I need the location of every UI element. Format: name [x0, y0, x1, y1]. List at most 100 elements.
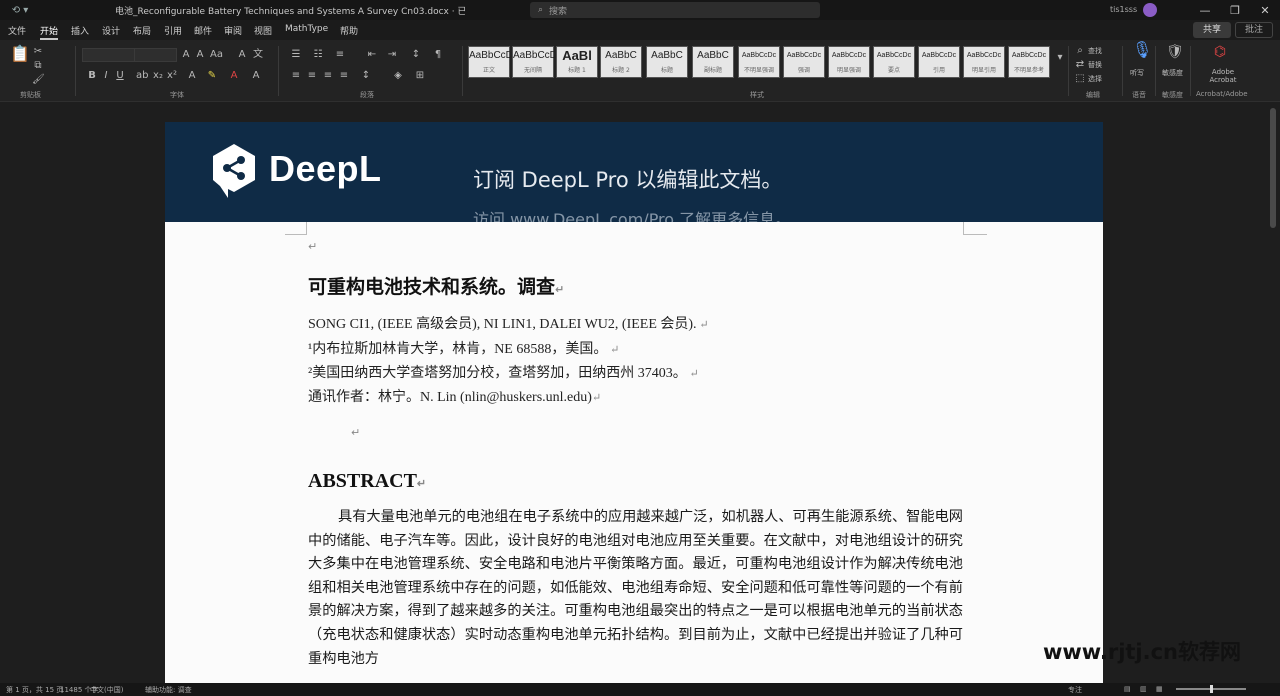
style-strong[interactable]: AaBbCcDc 要点 — [873, 46, 915, 78]
tab-layout[interactable]: 布局 — [133, 24, 151, 37]
abstract-paragraph[interactable]: 具有大量电池单元的电池组在电子系统中的应用越来越广泛，如机器人、可再生能源系统、… — [308, 506, 963, 671]
read-mode-icon[interactable]: ▤ — [1124, 685, 1131, 693]
style-subtle-emphasis[interactable]: AaBbCcDc 不明显强调 — [738, 46, 780, 78]
paste-icon[interactable]: 📋 — [10, 46, 30, 70]
bold-icon[interactable]: B — [86, 70, 98, 82]
dictate-button[interactable]: 听写 — [1130, 68, 1144, 78]
superscript-icon[interactable]: x² — [166, 70, 178, 82]
phonetic-icon[interactable]: 文 — [252, 49, 264, 61]
comments-button[interactable]: 批注 — [1235, 22, 1273, 38]
borders-icon[interactable]: ⊞ — [414, 70, 426, 82]
focus-mode-button[interactable]: 专注 — [1068, 685, 1082, 695]
styles-expand-icon[interactable]: ▾ — [1054, 52, 1066, 64]
replace-button[interactable]: 替换 — [1088, 60, 1102, 70]
style-quote[interactable]: AaBbCcDc 引用 — [918, 46, 960, 78]
style-intense-emphasis[interactable]: AaBbCcDc 明显强调 — [828, 46, 870, 78]
char-border-icon[interactable]: A — [250, 70, 262, 82]
clear-format-icon[interactable]: A — [236, 49, 248, 61]
increase-indent-icon[interactable]: ⇥ — [386, 49, 398, 61]
font-color-icon[interactable]: A — [228, 70, 240, 82]
tab-view[interactable]: 视图 — [254, 24, 272, 37]
subscript-icon[interactable]: x₂ — [152, 70, 164, 82]
style-heading-2[interactable]: AaBbC 标题 2 — [600, 46, 642, 78]
document-page[interactable]: ↵ 可重构电池技术和系统。调查↵ SONG CI1, (IEEE 高级会员), … — [165, 222, 1103, 683]
style-subtitle[interactable]: AaBbC 副标题 — [692, 46, 734, 78]
page-count[interactable]: 第 1 页，共 15 页 — [6, 685, 63, 695]
print-layout-icon[interactable]: ▥ — [1140, 685, 1147, 693]
abstract-heading[interactable]: ABSTRACT↵ — [308, 470, 426, 493]
sensitivity-button[interactable]: 敏感度 — [1162, 68, 1183, 78]
tab-mathtype[interactable]: MathType — [285, 24, 328, 34]
sort-icon[interactable]: ↕ — [410, 49, 422, 61]
copy-icon[interactable]: ⧉ — [32, 60, 44, 72]
multilevel-list-icon[interactable]: ≡ — [334, 49, 346, 61]
underline-icon[interactable]: U — [114, 70, 126, 82]
style-title[interactable]: AaBbC 标题 — [646, 46, 688, 78]
bullets-icon[interactable]: ☰ — [290, 49, 302, 61]
highlight-icon[interactable]: ✎ — [206, 70, 218, 82]
author-line[interactable]: SONG CI1, (IEEE 高级会员), NI LIN1, DALEI WU… — [308, 313, 709, 333]
tab-home[interactable]: 开始 — [40, 24, 59, 40]
affiliation-1[interactable]: ¹内布拉斯加林肯大学，林肯，NE 68588，美国。 ↵ — [308, 338, 619, 358]
change-case-icon[interactable]: Aa — [210, 49, 223, 61]
text-effects-icon[interactable]: A — [186, 70, 198, 82]
find-button[interactable]: 查找 — [1088, 46, 1102, 56]
select-button[interactable]: 选择 — [1088, 74, 1102, 84]
line-spacing-icon[interactable]: ↕ — [360, 70, 372, 82]
correspondence-line[interactable]: 通讯作者：林宁。N. Lin (nlin@huskers.unl.edu)↵ — [308, 386, 601, 406]
style-sample: AaBbCcDc — [1011, 52, 1047, 59]
align-center-icon[interactable]: ≡ — [306, 70, 318, 82]
autosave-icon[interactable]: ⟲ ▾ — [0, 5, 40, 16]
minimize-button[interactable]: — — [1190, 4, 1220, 17]
numbering-icon[interactable]: ☷ — [312, 49, 324, 61]
sensitivity-icon[interactable]: 🛡 — [1166, 45, 1184, 64]
tab-references[interactable]: 引用 — [164, 24, 182, 37]
replace-icon[interactable]: ⇄ — [1074, 59, 1086, 71]
language-indicator[interactable]: 中文(中国) — [90, 685, 123, 695]
style-emphasis[interactable]: AaBbCcDc 强调 — [783, 46, 825, 78]
find-icon[interactable]: ⌕ — [1074, 45, 1086, 57]
style-normal[interactable]: AaBbCcDc 正文 — [468, 46, 518, 78]
format-painter-icon[interactable]: 🖌 — [32, 74, 45, 86]
maximize-button[interactable]: ❐ — [1220, 4, 1250, 17]
deepl-info-message[interactable]: 访问 www.DeepL.com/Pro 了解更多信息。 — [473, 206, 791, 222]
affiliation-2[interactable]: ²美国田纳西大学查塔努加分校，查塔努加，田纳西州 37403。 ↵ — [308, 362, 699, 382]
search-box[interactable]: ⌕ 搜索 — [530, 2, 820, 18]
style-intense-quote[interactable]: AaBbCcDc 明显引用 — [963, 46, 1005, 78]
cut-icon[interactable]: ✂ — [32, 46, 44, 58]
microphone-icon[interactable]: 🎙 — [1132, 42, 1152, 64]
show-marks-icon[interactable]: ¶ — [432, 49, 444, 61]
share-button[interactable]: 共享 — [1193, 22, 1231, 38]
avatar[interactable] — [1143, 3, 1157, 17]
shading-icon[interactable]: ◈ — [392, 70, 404, 82]
select-icon[interactable]: ⬚ — [1074, 73, 1086, 85]
style-no-spacing[interactable]: AaBbCcDc 无间隔 — [512, 46, 562, 78]
tab-insert[interactable]: 插入 — [71, 24, 89, 37]
style-subtle-reference[interactable]: AaBbCcDc 不明显参考 — [1008, 46, 1050, 78]
acrobat-button[interactable]: Adobe Acrobat — [1198, 68, 1248, 84]
close-button[interactable]: ✕ — [1250, 4, 1280, 17]
vertical-scrollbar[interactable] — [1270, 108, 1276, 228]
tab-help[interactable]: 帮助 — [340, 24, 358, 37]
deepl-subscribe-message[interactable]: 订阅 DeepL Pro 以编辑此文档。 — [473, 164, 782, 194]
acrobat-icon[interactable]: ⌬ — [1212, 45, 1228, 64]
align-right-icon[interactable]: ≡ — [322, 70, 334, 82]
tab-review[interactable]: 审阅 — [224, 24, 242, 37]
italic-icon[interactable]: I — [100, 70, 112, 82]
zoom-slider-handle[interactable] — [1210, 685, 1213, 693]
style-heading-1[interactable]: AaBl 标题 1 — [556, 46, 598, 78]
style-sample: AaBl — [562, 48, 592, 63]
tab-design[interactable]: 设计 — [102, 24, 120, 37]
decrease-indent-icon[interactable]: ⇤ — [366, 49, 378, 61]
tab-file[interactable]: 文件 — [8, 24, 26, 37]
accessibility-status[interactable]: 辅助功能: 调查 — [145, 685, 192, 695]
grow-font-icon[interactable]: A — [180, 49, 192, 61]
justify-icon[interactable]: ≡ — [338, 70, 350, 82]
tab-mailings[interactable]: 邮件 — [194, 24, 212, 37]
shrink-font-icon[interactable]: A — [194, 49, 206, 61]
strikethrough-icon[interactable]: ab — [136, 70, 148, 82]
web-layout-icon[interactable]: ▦ — [1156, 685, 1163, 693]
paper-title[interactable]: 可重构电池技术和系统。调查↵ — [308, 272, 564, 299]
font-size-select[interactable] — [134, 48, 177, 62]
align-left-icon[interactable]: ≡ — [290, 70, 302, 82]
